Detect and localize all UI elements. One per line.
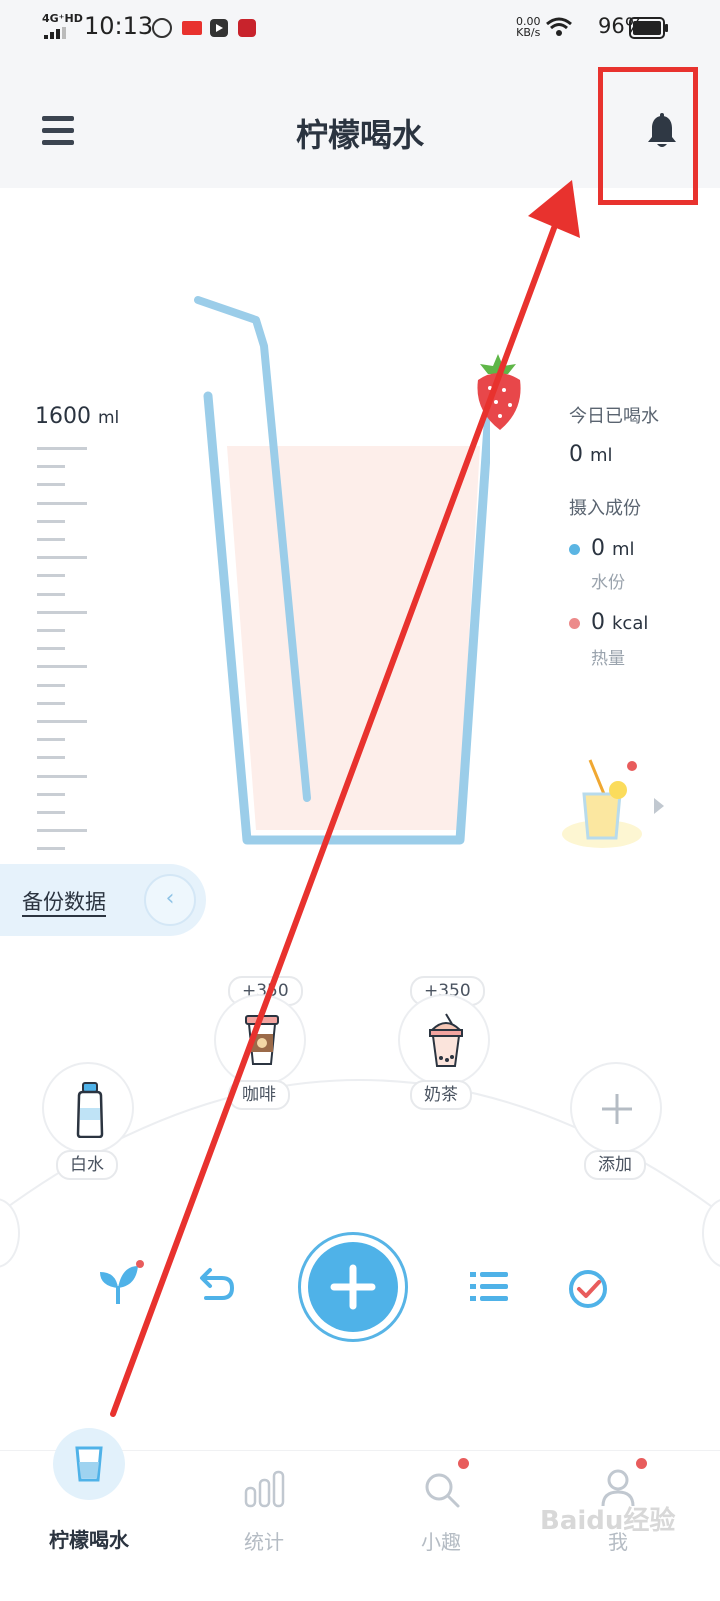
drink-add-label: 添加	[584, 1150, 646, 1180]
scale-tick	[37, 665, 87, 669]
drink-water-label: 白水	[56, 1150, 118, 1180]
scale-tick	[37, 720, 87, 723]
nav-label-fun[interactable]: 小趣	[381, 1526, 501, 1555]
scale-tick	[37, 501, 87, 505]
scale-tick	[37, 647, 65, 651]
scale-tick	[37, 574, 65, 578]
wifi-icon	[546, 17, 572, 36]
backup-data-label[interactable]: 备份数据	[22, 886, 106, 916]
scale-tick	[37, 592, 65, 596]
watermark: Baidu经验	[540, 1506, 676, 1536]
scale-tick	[37, 701, 65, 705]
theme-lemonade-icon[interactable]	[560, 754, 672, 856]
stats-icon[interactable]	[244, 1470, 286, 1508]
scale-tick	[37, 519, 65, 523]
scale-tick	[37, 829, 87, 833]
scale-tick	[37, 774, 87, 778]
notification-icons	[152, 18, 256, 38]
water-value: 0 ml	[591, 536, 635, 561]
network-indicator: 4G⁺HD	[42, 12, 83, 25]
calorie-label: 热量	[591, 649, 625, 669]
nav-home-button[interactable]	[53, 1428, 125, 1500]
scale-tick	[37, 683, 65, 687]
drink-milk-tea-label: 奶茶	[410, 1080, 472, 1110]
coffee-cup-icon	[245, 1015, 279, 1065]
composition-label: 摄入成份	[569, 498, 641, 519]
scale-tick	[37, 811, 65, 814]
scale-tick	[37, 556, 87, 560]
cup-illustration	[194, 296, 490, 845]
add-icon	[330, 1264, 376, 1310]
list-icon[interactable]	[470, 1270, 508, 1304]
today-intake-value: 0 ml	[569, 442, 613, 467]
annotation-highlight-box	[598, 67, 698, 205]
chevron-left-icon[interactable]: ‹	[144, 874, 196, 926]
undo-icon[interactable]	[196, 1266, 236, 1306]
calorie-dot	[569, 618, 580, 629]
scale-tick	[37, 538, 65, 541]
profile-badge	[636, 1458, 647, 1469]
scale-tick	[37, 610, 87, 614]
nav-label-stats[interactable]: 统计	[204, 1526, 324, 1555]
scale-tick	[37, 465, 65, 469]
cup-liquid	[227, 446, 480, 830]
scale-tick	[37, 629, 65, 632]
nav-label-home[interactable]: 柠檬喝水	[29, 1524, 149, 1553]
water-glass-icon	[75, 1446, 103, 1482]
scale-max-label: 1600 ml	[35, 404, 120, 429]
clock: 10:13	[84, 12, 154, 40]
scale-tick	[37, 756, 65, 760]
add-drink-button[interactable]	[298, 1232, 408, 1342]
drink-milk-tea-button[interactable]	[398, 994, 490, 1086]
milk-tea-icon	[429, 1013, 463, 1067]
sprout-icon[interactable]	[98, 1258, 148, 1308]
drink-add-button[interactable]	[570, 1062, 662, 1154]
plus-icon	[602, 1094, 632, 1124]
drink-coffee-button[interactable]	[214, 994, 306, 1086]
today-intake-label: 今日已喝水	[569, 406, 659, 427]
status-bar: 4G⁺HD 10:13 0.00 KB/s 96%	[0, 0, 720, 58]
network-rate: 0.00 KB/s	[516, 15, 541, 39]
scale-tick	[37, 738, 65, 742]
water-label: 水份	[591, 573, 625, 593]
check-icon[interactable]	[567, 1268, 609, 1310]
scale-tick	[37, 447, 87, 450]
water-bottle-icon	[76, 1082, 104, 1138]
strawberry-icon	[477, 354, 521, 430]
battery-icon	[629, 17, 668, 39]
scale-tick	[37, 483, 65, 487]
drink-coffee-label: 咖啡	[228, 1080, 290, 1110]
calorie-value: 0 kcal	[591, 610, 649, 635]
water-dot	[569, 544, 580, 555]
drink-water-button[interactable]	[42, 1062, 134, 1154]
fun-badge	[458, 1458, 469, 1469]
signal-icon	[44, 27, 66, 39]
search-icon[interactable]	[422, 1470, 462, 1510]
scale-tick	[37, 792, 65, 796]
scale-tick	[37, 847, 65, 851]
